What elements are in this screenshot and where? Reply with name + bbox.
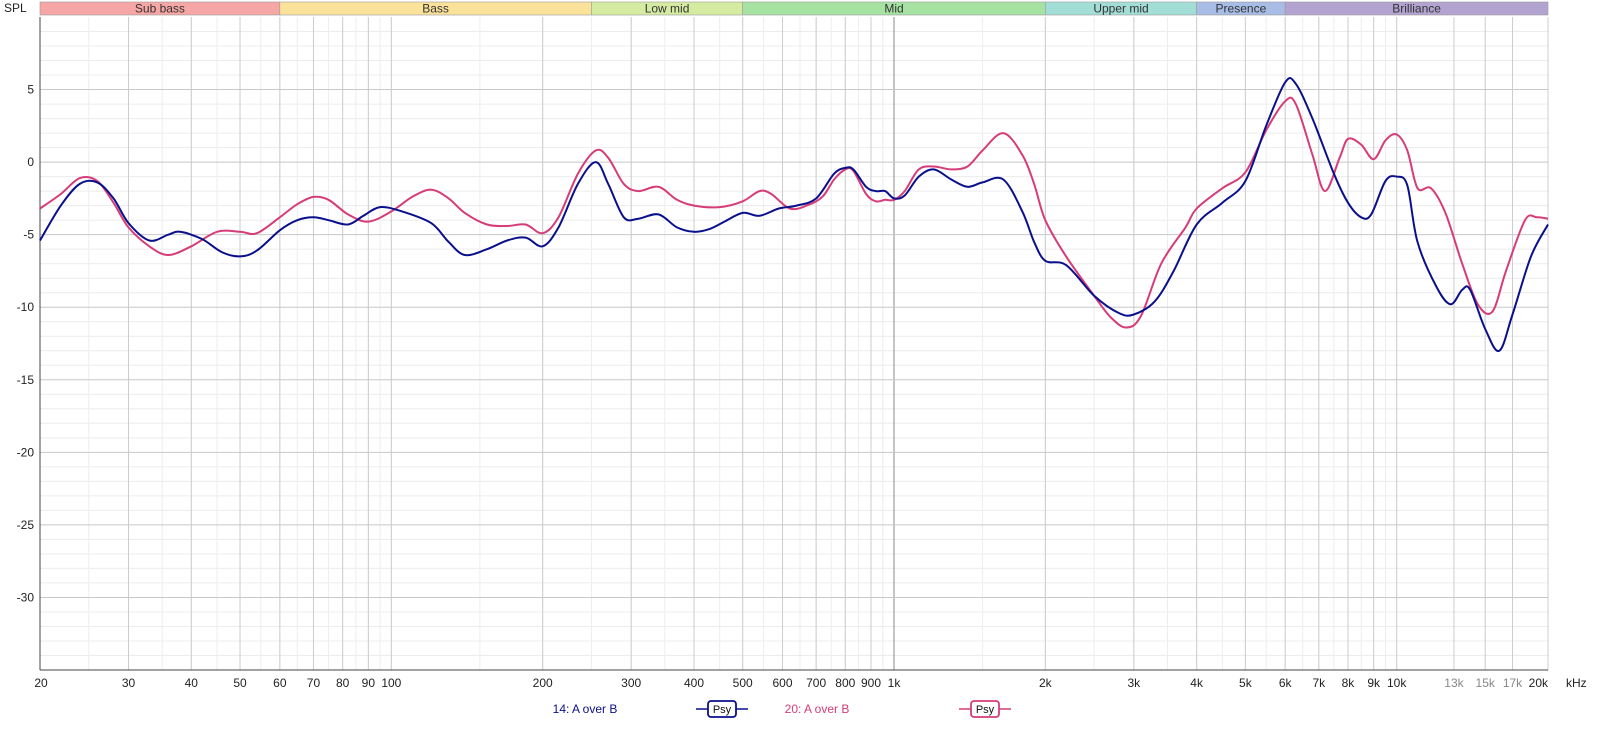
legend-series-name: 20: A over B — [785, 702, 850, 716]
x-tick-label: 15k — [1476, 676, 1496, 690]
x-tick-label: 8k — [1342, 676, 1356, 690]
x-tick-label: 70 — [307, 676, 321, 690]
x-tick-label: 17k — [1503, 676, 1523, 690]
x-tick-label: 80 — [336, 676, 350, 690]
x-tick-label: 20k — [1529, 676, 1549, 690]
x-tick-label: 600 — [772, 676, 792, 690]
x-tick-label: 2k — [1039, 676, 1053, 690]
x-tick-label: 20 — [34, 676, 48, 690]
x-tick-label: 7k — [1312, 676, 1326, 690]
y-tick-label: -10 — [17, 300, 35, 314]
x-tick-label: 100 — [381, 676, 401, 690]
frequency-response-chart: Sub bass Bass Low mid Mid Upper mid Presence B… — [0, 0, 1600, 735]
x-tick-label: 400 — [684, 676, 704, 690]
x-tick-label: 300 — [621, 676, 641, 690]
frequency-bands: Sub bass Bass Low mid Mid Upper mid Presence B… — [39, 2, 1549, 16]
x-tick-label: 60 — [273, 676, 287, 690]
x-tick-label: 3k — [1128, 676, 1142, 690]
band-label: Low mid — [645, 2, 690, 16]
x-tick-label: 800 — [835, 676, 855, 690]
x-tick-label: 50 — [233, 676, 247, 690]
band-label: Upper mid — [1093, 2, 1148, 16]
band-label: Bass — [422, 2, 449, 16]
legend-series-name: 14: A over B — [553, 702, 618, 716]
x-tick-label: 4k — [1190, 676, 1204, 690]
x-tick-label: 13k — [1444, 676, 1464, 690]
x-tick-label: 5k — [1239, 676, 1253, 690]
y-tick-label: -15 — [17, 373, 35, 387]
x-tick-label: 1k — [888, 676, 902, 690]
x-tick-label: 700 — [806, 676, 826, 690]
x-tick-label: 10k — [1387, 676, 1407, 690]
legend-badge-label: Psy — [976, 704, 995, 716]
y-tick-label: 0 — [27, 155, 34, 169]
y-tick-label: -5 — [23, 228, 34, 242]
x-tick-label: 30 — [122, 676, 136, 690]
x-tick-label: 90 — [362, 676, 376, 690]
x-tick-label: 200 — [533, 676, 553, 690]
x-tick-label: 500 — [733, 676, 753, 690]
legend-badge-label: Psy — [713, 704, 732, 716]
band-label: Presence — [1216, 2, 1267, 16]
y-tick-label: -30 — [17, 590, 35, 604]
x-tick-label: 900 — [861, 676, 881, 690]
y-axis-label: SPL — [4, 1, 27, 15]
band-label: Mid — [884, 2, 903, 16]
y-tick-label: -20 — [17, 445, 35, 459]
x-tick-label: 6k — [1279, 676, 1293, 690]
y-tick-label: 5 — [27, 83, 34, 97]
x-axis-unit-label: kHz — [1566, 676, 1587, 690]
y-tick-label: -25 — [17, 518, 35, 532]
x-tick-label: 40 — [185, 676, 199, 690]
x-tick-label: 9k — [1367, 676, 1381, 690]
band-label: Sub bass — [135, 2, 185, 16]
band-label: Brilliance — [1392, 2, 1441, 16]
